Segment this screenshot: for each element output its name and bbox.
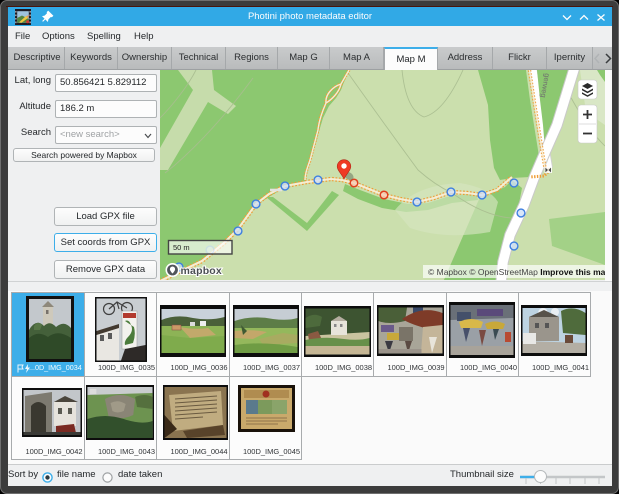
svg-text:50 m: 50 m — [173, 243, 190, 252]
svg-text:© Mapbox © OpenStreetMap Impro: © Mapbox © OpenStreetMap Improve this ma… — [428, 267, 605, 277]
svg-text:mapbox: mapbox — [181, 265, 222, 277]
